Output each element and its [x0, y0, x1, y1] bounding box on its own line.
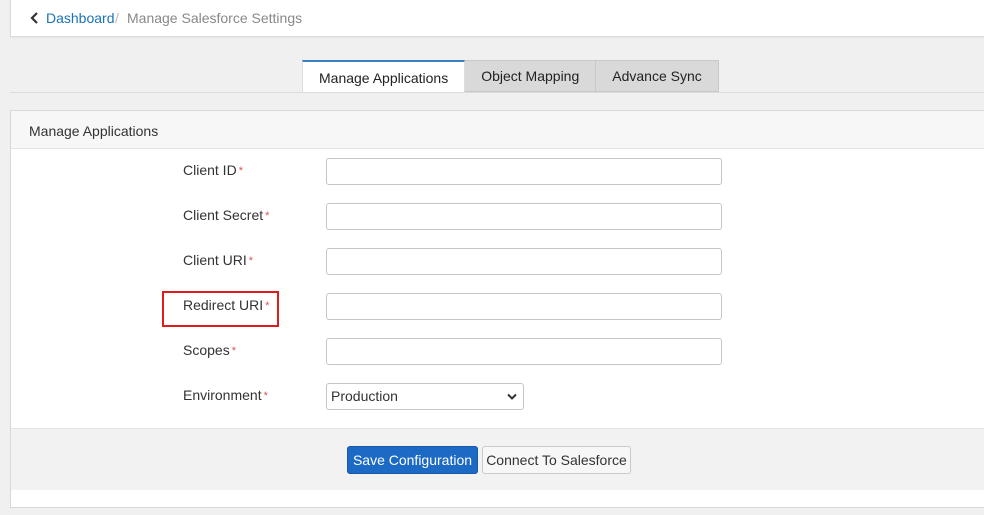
tab-divider — [10, 92, 984, 93]
chevron-left-icon[interactable] — [30, 12, 40, 24]
client-secret-label: Client Secret * — [183, 207, 270, 223]
client-uri-field[interactable] — [326, 248, 722, 275]
scopes-label: Scopes * — [183, 342, 236, 358]
required-marker: * — [248, 255, 254, 267]
breadcrumb-current: Manage Salesforce Settings — [127, 10, 303, 26]
client-uri-row: Client URI * — [11, 248, 984, 276]
redirect-uri-label: Redirect URI * — [183, 297, 270, 313]
tab-bar: Manage Applications Object Mapping Advan… — [302, 60, 719, 93]
breadcrumb-dashboard-link[interactable]: Dashboard — [46, 10, 115, 26]
chevron-down-icon — [507, 393, 517, 400]
client-id-field[interactable] — [326, 158, 722, 185]
connect-to-salesforce-button[interactable]: Connect To Salesforce — [482, 446, 631, 474]
required-marker: * — [265, 210, 270, 222]
scopes-field[interactable] — [326, 338, 722, 365]
required-marker: * — [263, 390, 268, 402]
tab-manage-applications[interactable]: Manage Applications — [302, 60, 466, 93]
panel-title: Manage Applications — [11, 111, 984, 149]
manage-applications-panel: Manage Applications Client ID * Client Se… — [10, 110, 984, 508]
scopes-row: Scopes * — [11, 338, 984, 366]
environment-label: Environment * — [183, 387, 268, 403]
environment-select[interactable]: Production — [326, 383, 524, 410]
client-id-row: Client ID * — [11, 158, 984, 186]
redirect-uri-field[interactable] — [326, 293, 722, 320]
client-id-label: Client ID * — [183, 162, 243, 178]
breadcrumb: Dashboard / Manage Salesforce Settings — [10, 0, 984, 37]
required-marker: * — [238, 165, 243, 177]
tab-advance-sync[interactable]: Advance Sync — [596, 60, 719, 92]
required-marker: * — [265, 300, 270, 312]
panel-footer: Save Configuration Connect To Salesforce — [11, 428, 984, 490]
save-configuration-button[interactable]: Save Configuration — [347, 446, 478, 474]
environment-row: Environment * Production — [11, 383, 984, 411]
required-marker: * — [231, 345, 236, 357]
breadcrumb-separator: / — [115, 10, 119, 26]
client-uri-label: Client URI * — [183, 252, 254, 268]
client-secret-field[interactable] — [326, 203, 722, 230]
tab-object-mapping[interactable]: Object Mapping — [465, 60, 597, 92]
redirect-uri-row: Redirect URI * — [11, 293, 984, 321]
client-secret-row: Client Secret * — [11, 203, 984, 231]
environment-selected-value: Production — [331, 388, 398, 404]
